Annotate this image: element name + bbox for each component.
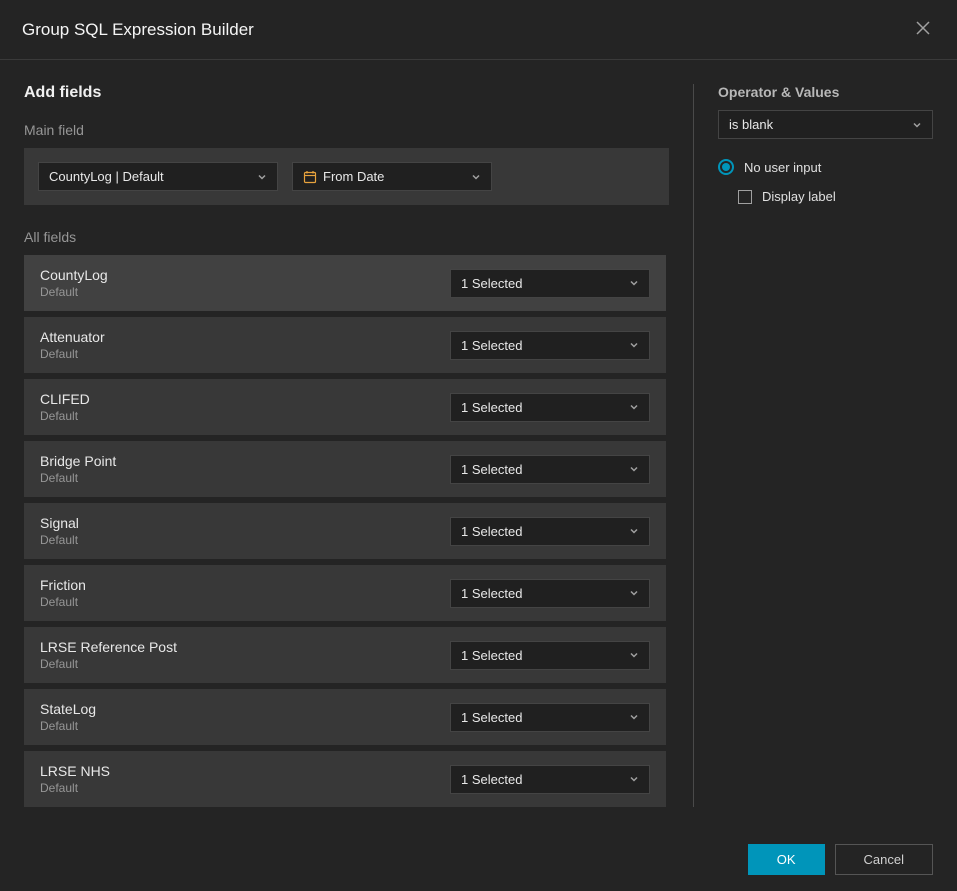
field-selected-select[interactable]: 1 Selected bbox=[450, 331, 650, 360]
cancel-button[interactable]: Cancel bbox=[835, 844, 933, 875]
all-fields-label: All fields bbox=[24, 229, 669, 245]
chevron-down-icon bbox=[912, 120, 922, 130]
field-sub: Default bbox=[40, 533, 79, 547]
field-name: Friction bbox=[40, 577, 86, 593]
field-info: Signal Default bbox=[40, 515, 79, 547]
radio-checked-icon bbox=[718, 159, 734, 175]
operator-select-value: is blank bbox=[729, 117, 773, 132]
field-selected-value: 1 Selected bbox=[461, 524, 522, 539]
main-field-layer-select[interactable]: CountyLog | Default bbox=[38, 162, 278, 191]
dialog-title: Group SQL Expression Builder bbox=[22, 20, 254, 40]
field-selected-select[interactable]: 1 Selected bbox=[450, 765, 650, 794]
field-info: LRSE Reference Post Default bbox=[40, 639, 177, 671]
right-panel: Operator & Values is blank No user input… bbox=[693, 84, 933, 807]
field-row[interactable]: CLIFED Default 1 Selected bbox=[24, 379, 666, 435]
field-selected-value: 1 Selected bbox=[461, 276, 522, 291]
field-selected-select[interactable]: 1 Selected bbox=[450, 269, 650, 298]
field-selected-value: 1 Selected bbox=[461, 586, 522, 601]
field-row[interactable]: Friction Default 1 Selected bbox=[24, 565, 666, 621]
field-info: Friction Default bbox=[40, 577, 86, 609]
chevron-down-icon bbox=[471, 172, 481, 182]
main-field-attribute-select[interactable]: From Date bbox=[292, 162, 492, 191]
field-sub: Default bbox=[40, 409, 90, 423]
field-name: Signal bbox=[40, 515, 79, 531]
field-name: StateLog bbox=[40, 701, 96, 717]
field-name: Attenuator bbox=[40, 329, 105, 345]
field-sub: Default bbox=[40, 595, 86, 609]
no-user-input-label: No user input bbox=[744, 160, 821, 175]
field-info: CountyLog Default bbox=[40, 267, 108, 299]
checkbox-icon bbox=[738, 190, 752, 204]
field-info: CLIFED Default bbox=[40, 391, 90, 423]
field-selected-value: 1 Selected bbox=[461, 338, 522, 353]
field-info: Attenuator Default bbox=[40, 329, 105, 361]
field-info: Bridge Point Default bbox=[40, 453, 116, 485]
field-name: LRSE Reference Post bbox=[40, 639, 177, 655]
close-button[interactable] bbox=[911, 16, 935, 43]
field-sub: Default bbox=[40, 347, 105, 361]
field-row[interactable]: CountyLog Default 1 Selected bbox=[24, 255, 666, 311]
field-selected-select[interactable]: 1 Selected bbox=[450, 517, 650, 546]
field-row[interactable]: Signal Default 1 Selected bbox=[24, 503, 666, 559]
field-selected-select[interactable]: 1 Selected bbox=[450, 455, 650, 484]
field-selected-value: 1 Selected bbox=[461, 710, 522, 725]
field-name: Bridge Point bbox=[40, 453, 116, 469]
chevron-down-icon bbox=[629, 340, 639, 350]
fields-list[interactable]: CountyLog Default 1 Selected Attenuator Defa… bbox=[24, 255, 669, 807]
chevron-down-icon bbox=[629, 278, 639, 288]
field-sub: Default bbox=[40, 781, 110, 795]
field-row[interactable]: StateLog Default 1 Selected bbox=[24, 689, 666, 745]
field-sub: Default bbox=[40, 285, 108, 299]
field-row[interactable]: Bridge Point Default 1 Selected bbox=[24, 441, 666, 497]
field-row[interactable]: LRSE NHS Default 1 Selected bbox=[24, 751, 666, 807]
ok-button[interactable]: OK bbox=[748, 844, 825, 875]
chevron-down-icon bbox=[629, 402, 639, 412]
field-info: StateLog Default bbox=[40, 701, 96, 733]
field-sub: Default bbox=[40, 471, 116, 485]
chevron-down-icon bbox=[629, 464, 639, 474]
main-field-row: CountyLog | Default From Date bbox=[24, 148, 669, 205]
chevron-down-icon bbox=[629, 650, 639, 660]
add-fields-title: Add fields bbox=[24, 84, 669, 102]
field-selected-select[interactable]: 1 Selected bbox=[450, 703, 650, 732]
field-name: CountyLog bbox=[40, 267, 108, 283]
field-selected-value: 1 Selected bbox=[461, 400, 522, 415]
field-row[interactable]: Attenuator Default 1 Selected bbox=[24, 317, 666, 373]
field-row[interactable]: LRSE Reference Post Default 1 Selected bbox=[24, 627, 666, 683]
field-name: LRSE NHS bbox=[40, 763, 110, 779]
chevron-down-icon bbox=[629, 526, 639, 536]
chevron-down-icon bbox=[629, 774, 639, 784]
field-info: LRSE NHS Default bbox=[40, 763, 110, 795]
close-icon bbox=[915, 20, 931, 39]
display-label-text: Display label bbox=[762, 189, 836, 204]
calendar-icon bbox=[303, 170, 317, 184]
chevron-down-icon bbox=[629, 712, 639, 722]
field-name: CLIFED bbox=[40, 391, 90, 407]
display-label-checkbox[interactable]: Display label bbox=[738, 189, 933, 204]
operator-select[interactable]: is blank bbox=[718, 110, 933, 139]
main-field-layer-value: CountyLog | Default bbox=[49, 169, 249, 184]
field-selected-select[interactable]: 1 Selected bbox=[450, 641, 650, 670]
field-selected-select[interactable]: 1 Selected bbox=[450, 393, 650, 422]
chevron-down-icon bbox=[629, 588, 639, 598]
field-sub: Default bbox=[40, 719, 96, 733]
left-panel: Add fields Main field CountyLog | Defaul… bbox=[24, 84, 669, 807]
field-selected-value: 1 Selected bbox=[461, 648, 522, 663]
field-selected-value: 1 Selected bbox=[461, 772, 522, 787]
chevron-down-icon bbox=[257, 172, 267, 182]
operator-values-title: Operator & Values bbox=[718, 84, 933, 100]
field-selected-value: 1 Selected bbox=[461, 462, 522, 477]
main-field-attribute-value: From Date bbox=[323, 169, 384, 184]
field-selected-select[interactable]: 1 Selected bbox=[450, 579, 650, 608]
main-field-label: Main field bbox=[24, 122, 669, 138]
no-user-input-radio[interactable]: No user input bbox=[718, 159, 933, 175]
field-sub: Default bbox=[40, 657, 177, 671]
